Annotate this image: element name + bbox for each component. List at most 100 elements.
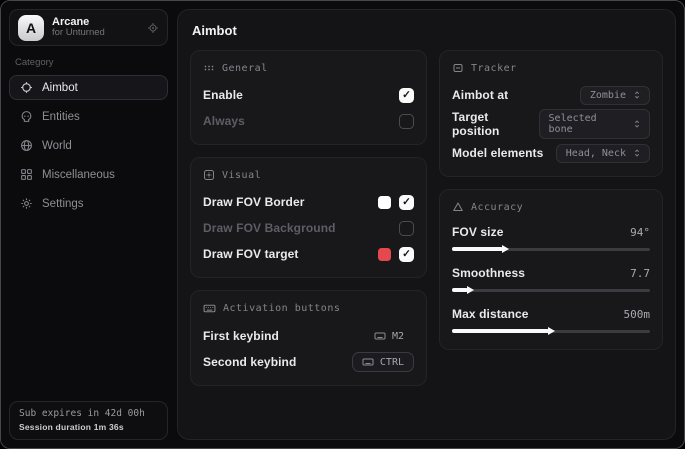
fov-size-value: 94°: [630, 226, 650, 239]
model-elements-dropdown[interactable]: Head, Neck: [556, 144, 650, 163]
setting-row-fov-background: Draw FOV Background: [203, 216, 414, 240]
setting-row-enable: Enable: [203, 83, 414, 107]
setting-label: First keybind: [203, 329, 279, 343]
fov-size-slider[interactable]: [452, 245, 650, 254]
slider-handle[interactable]: [467, 286, 474, 294]
setting-label: Draw FOV Border: [203, 195, 305, 209]
tracker-card: Tracker Aimbot at Zombie: [439, 50, 663, 177]
setting-row-always: Always: [203, 109, 414, 133]
setting-row-first-keybind: First keybind M2: [203, 324, 414, 348]
setting-label: Second keybind: [203, 355, 296, 369]
setting-label: Always: [203, 114, 245, 128]
smoothness-slider[interactable]: [452, 286, 650, 295]
setting-label: Aimbot at: [452, 88, 508, 102]
dropdown-value: Zombie: [590, 90, 626, 101]
page-title: Aimbot: [192, 23, 663, 38]
setting-row-fov-size: FOV size 94°: [452, 222, 650, 254]
sidebar-item-label: Miscellaneous: [42, 169, 115, 181]
sidebar: A Arcane for Unturned Category A: [1, 1, 176, 448]
setting-label: Draw FOV Background: [203, 221, 336, 235]
app-subtitle: for Unturned: [52, 28, 139, 39]
unfold-icon: [632, 119, 642, 129]
setting-label: Target position: [452, 110, 539, 138]
max-distance-value: 500m: [624, 308, 651, 321]
setting-row-model-elements: Model elements Head, Neck: [452, 141, 650, 165]
slider-track[interactable]: [452, 289, 650, 292]
setting-row-second-keybind: Second keybind CTRL: [203, 350, 414, 374]
setting-row-target-position: Target position Selected bone: [452, 109, 650, 139]
fov-background-checkbox[interactable]: [399, 221, 414, 236]
general-card-title: General: [222, 63, 268, 74]
sidebar-item-settings[interactable]: Settings: [9, 191, 168, 216]
sidebar-nav: Aimbot Entities World: [9, 75, 168, 216]
always-checkbox[interactable]: [399, 114, 414, 129]
second-keybind-button[interactable]: CTRL: [352, 352, 414, 372]
category-label: Category: [15, 57, 162, 68]
brand-card: A Arcane for Unturned: [9, 9, 168, 46]
setting-label: Draw FOV target: [203, 247, 299, 261]
first-keybind-button[interactable]: M2: [364, 326, 414, 346]
dropdown-value: Selected bone: [549, 113, 626, 135]
setting-label: Enable: [203, 88, 243, 102]
slider-handle[interactable]: [548, 327, 555, 335]
scope-settings-icon[interactable]: [147, 22, 159, 34]
visual-card: Visual Draw FOV Border Draw FOV Backgrou…: [190, 157, 427, 278]
unfold-icon: [632, 148, 642, 158]
setting-label: Max distance: [452, 307, 529, 321]
max-distance-slider[interactable]: [452, 327, 650, 336]
slider-fill: [452, 247, 503, 251]
setting-row-smoothness: Smoothness 7.7: [452, 263, 650, 295]
setting-row-fov-border: Draw FOV Border: [203, 190, 414, 214]
sidebar-item-label: World: [42, 140, 72, 152]
app-window: A Arcane for Unturned Category A: [0, 0, 685, 449]
setting-row-aimbot-at: Aimbot at Zombie: [452, 83, 650, 107]
slider-handle[interactable]: [502, 245, 509, 253]
target-position-dropdown[interactable]: Selected bone: [539, 109, 650, 139]
keyboard-icon: [362, 356, 374, 368]
subscription-card: Sub expires in 42d 00h Session duration …: [9, 401, 168, 440]
enable-checkbox[interactable]: [399, 88, 414, 103]
fov-border-color-swatch[interactable]: [378, 196, 391, 209]
sidebar-item-miscellaneous[interactable]: Miscellaneous: [9, 162, 168, 187]
sidebar-item-label: Aimbot: [42, 82, 78, 94]
keyboard-icon: [203, 302, 216, 315]
sidebar-item-aimbot[interactable]: Aimbot: [9, 75, 168, 100]
drag-dots-icon: [203, 62, 215, 74]
sub-expiry-text: Sub expires in 42d 00h: [19, 408, 158, 419]
globe-icon: [20, 139, 33, 152]
dropdown-value: Head, Neck: [566, 148, 626, 159]
unfold-icon: [632, 90, 642, 100]
setting-label: Smoothness: [452, 266, 525, 280]
fov-border-checkbox[interactable]: [399, 195, 414, 210]
app-logo: A: [18, 15, 44, 41]
keybind-value: M2: [392, 331, 404, 342]
setting-label: FOV size: [452, 225, 503, 239]
grid-icon: [20, 168, 33, 181]
skull-icon: [20, 110, 33, 123]
sidebar-item-world[interactable]: World: [9, 133, 168, 158]
slider-fill: [452, 288, 468, 292]
keybind-value: CTRL: [380, 357, 404, 368]
crosshair-icon: [20, 81, 33, 94]
sidebar-item-label: Entities: [42, 111, 80, 123]
brand-text: Arcane for Unturned: [52, 16, 139, 40]
gear-icon: [20, 197, 33, 210]
aimbot-at-dropdown[interactable]: Zombie: [580, 86, 650, 105]
slider-fill: [452, 329, 549, 333]
activation-card: Activation buttons First keybind M2: [190, 290, 427, 386]
activation-card-title: Activation buttons: [223, 303, 340, 314]
accuracy-card: Accuracy FOV size 94°: [439, 189, 663, 350]
general-card: General Enable Always: [190, 50, 427, 145]
fov-target-checkbox[interactable]: [399, 247, 414, 262]
visual-card-title: Visual: [222, 170, 261, 181]
setting-label: Model elements: [452, 146, 543, 160]
eye-icon: [203, 169, 215, 181]
scan-icon: [452, 62, 464, 74]
sidebar-item-entities[interactable]: Entities: [9, 104, 168, 129]
triangle-icon: [452, 201, 464, 213]
fov-target-color-swatch[interactable]: [378, 248, 391, 261]
tracker-card-title: Tracker: [471, 63, 517, 74]
keyboard-icon: [374, 330, 386, 342]
smoothness-value: 7.7: [630, 267, 650, 280]
setting-row-max-distance: Max distance 500m: [452, 304, 650, 336]
